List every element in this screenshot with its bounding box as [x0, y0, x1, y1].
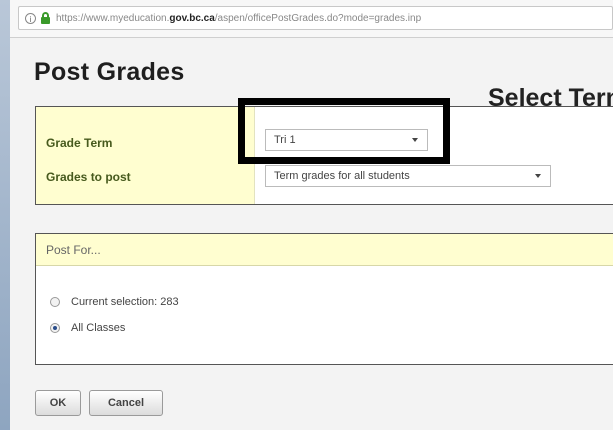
window-edge [0, 0, 10, 430]
info-icon[interactable]: i [25, 12, 36, 24]
ok-button[interactable]: OK [35, 390, 81, 416]
radio-current-selection[interactable] [50, 297, 60, 307]
grades-to-post-value: Term grades for all students [274, 170, 410, 182]
radio-label: Current selection: 283 [71, 296, 179, 308]
url-domain: gov.bc.ca [169, 12, 215, 24]
url-suffix: /aspen/officePostGrades.do?mode=grades.i… [214, 12, 422, 24]
browser-address-bar: i https://www.myeducation. gov.bc.ca/aspe… [10, 0, 613, 38]
radio-option-all-classes[interactable]: All Classes [50, 322, 125, 334]
lock-icon [41, 12, 50, 24]
highlight-box [238, 98, 450, 164]
radio-label: All Classes [71, 322, 126, 334]
annotation-label: Select Term [488, 84, 613, 112]
page-title: Post Grades [34, 58, 185, 86]
grades-to-post-label: Grades to post [46, 170, 131, 184]
radio-all-classes[interactable] [50, 323, 60, 333]
cancel-button[interactable]: Cancel [89, 390, 163, 416]
url-field[interactable]: i https://www.myeducation. gov.bc.ca/aspe… [18, 6, 613, 30]
post-for-header: Post For... [36, 234, 613, 266]
grade-term-label: Grade Term [46, 136, 113, 150]
grades-to-post-select[interactable]: Term grades for all students [265, 165, 551, 187]
post-for-panel: Post For... Current selection: 283 All C… [35, 233, 613, 365]
url-prefix: https://www.myeducation. [56, 12, 170, 24]
radio-option-current-selection[interactable]: Current selection: 283 [50, 296, 179, 308]
terms-label-column: Grade Term Grades to post [36, 107, 255, 204]
chevron-down-icon [535, 174, 541, 178]
